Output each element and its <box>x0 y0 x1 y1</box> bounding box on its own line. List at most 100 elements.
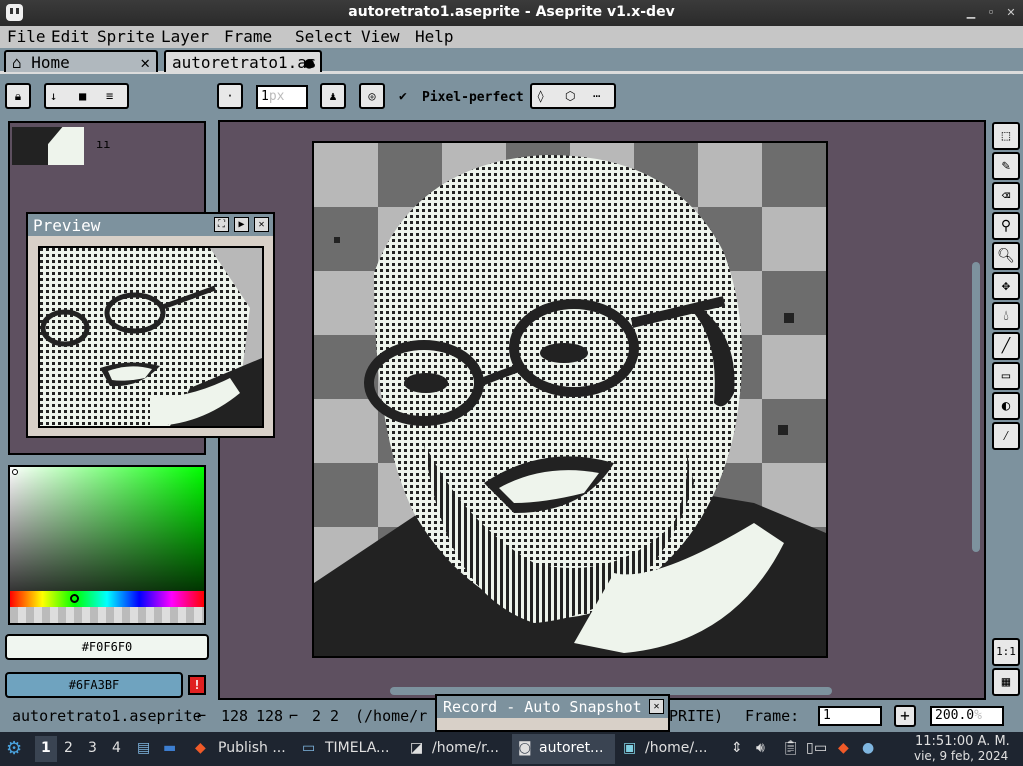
brave-icon[interactable]: ◆ <box>195 740 206 756</box>
menu-lines-icon[interactable]: ≡ <box>106 85 113 107</box>
tab-home[interactable]: ⌂ Home ✕ <box>4 50 158 72</box>
tab-home-label: Home <box>31 53 70 72</box>
sprite-canvas[interactable] <box>312 141 828 658</box>
menu-view[interactable]: View <box>361 27 400 46</box>
eraser-tool-icon[interactable]: ⌫ <box>992 182 1020 210</box>
restore-icon[interactable]: ◦ <box>984 6 998 20</box>
modified-dot-icon[interactable]: ● <box>304 53 314 72</box>
symmetry-buttons: ◊ ⬡ ⋯ <box>530 83 616 109</box>
menu-frame[interactable]: Frame <box>224 27 272 46</box>
clock-time[interactable]: 11:51:00 A. M. <box>915 734 1010 749</box>
files-launcher-icon[interactable]: ▤ <box>137 740 150 756</box>
clipboard-icon[interactable]: 📋︎ <box>782 740 800 756</box>
updates-icon[interactable]: ● <box>862 740 874 756</box>
brave-tray-icon[interactable]: ◆ <box>838 740 849 756</box>
bg-color-hex[interactable]: #6FA3BF <box>5 672 183 698</box>
move-tool-icon[interactable]: ✥ <box>992 272 1020 300</box>
vertical-scrollbar[interactable] <box>972 262 980 552</box>
status-grid-x: 2 <box>312 707 322 725</box>
image-viewer-icon[interactable]: ▣ <box>623 740 636 756</box>
status-grid-y: 2 <box>330 707 340 725</box>
status-path: (/home/r <box>355 707 428 725</box>
marquee-tool-icon[interactable]: ⬚ <box>992 122 1020 150</box>
fill-tool-icon[interactable]: 💧︎ <box>992 302 1020 330</box>
desktop-launcher-icon[interactable]: ▬ <box>163 740 176 756</box>
layer-thumbnail[interactable] <box>12 127 84 165</box>
add-frame-button[interactable]: + <box>894 705 916 727</box>
zoom-input[interactable]: 200.0% <box>930 706 1004 726</box>
taskbar-item-publish[interactable]: Publish ... <box>218 740 286 756</box>
more-options-icon[interactable]: ⋯ <box>593 85 600 107</box>
blur-tool-icon[interactable]: ⁄ <box>992 422 1020 450</box>
hue-slider[interactable] <box>8 591 206 607</box>
menu-select[interactable]: Select <box>295 27 353 46</box>
menu-edit[interactable]: Edit <box>51 27 90 46</box>
volume-icon[interactable]: 🔊︎ <box>756 740 765 756</box>
start-menu-icon[interactable]: ⚙︎ <box>6 738 22 759</box>
bg-color-hex-text: #6FA3BF <box>68 678 120 692</box>
workspace-1[interactable]: 1 <box>41 740 51 756</box>
record-header[interactable]: Record - Auto Snapshot ✕ <box>437 696 668 718</box>
contour-tool-icon[interactable]: ◐ <box>992 392 1020 420</box>
menu-layer[interactable]: Layer <box>161 27 209 46</box>
close-icon[interactable]: ✕ <box>254 217 269 232</box>
taskbar-item-image[interactable]: /home/... <box>645 740 707 756</box>
fullscreen-icon[interactable]: ⛶ <box>214 217 229 232</box>
preview-window[interactable]: Preview ⛶ ▶ ✕ <box>26 212 275 438</box>
stop-icon[interactable]: ■ <box>79 85 86 107</box>
folder-icon[interactable]: ▭ <box>302 740 315 756</box>
pixel-perfect-label[interactable]: Pixel-perfect <box>422 90 524 105</box>
down-arrow-icon[interactable]: ↓ <box>50 85 57 107</box>
editor-icon[interactable]: ◪ <box>410 740 423 756</box>
eyedropper-tool-icon[interactable]: ⚲ <box>992 212 1020 240</box>
layer-visible-mark[interactable]: ıı <box>96 137 110 151</box>
canvas-size-icon: ⌐ <box>197 707 207 725</box>
zoom-tool-icon[interactable]: 🔍︎ <box>992 242 1020 270</box>
menu-help[interactable]: Help <box>415 27 454 46</box>
workspace-2[interactable]: 2 <box>64 740 73 756</box>
clock-date[interactable]: vie, 9 feb, 2024 <box>914 749 1008 763</box>
notes-icon[interactable]: ▯ <box>806 740 814 756</box>
record-title: Record - Auto Snapshot <box>443 698 642 716</box>
minimize-icon[interactable]: ▁ <box>964 6 978 20</box>
lock-icon[interactable]: 🔒︎ <box>5 83 31 109</box>
checkmark-icon[interactable]: ✔ <box>399 89 407 104</box>
menu-file[interactable]: File <box>7 27 46 46</box>
display-icon[interactable]: ▭ <box>814 740 827 756</box>
layer-buttons: ↓ ■ ≡ <box>44 83 129 109</box>
frame-input[interactable]: 1 <box>818 706 882 726</box>
fg-color-hex[interactable]: #F0F6F0 <box>5 634 209 660</box>
brush-type-icon[interactable]: · <box>217 83 243 109</box>
tiled-mode-icon[interactable]: ⬡ <box>565 85 575 107</box>
preview-title: Preview <box>33 216 101 235</box>
symmetry-icon[interactable]: ◊ <box>537 85 544 107</box>
record-window[interactable]: Record - Auto Snapshot ✕ <box>435 694 670 732</box>
play-icon[interactable]: ▶ <box>234 217 249 232</box>
tray-arrows-icon[interactable]: ⇕ <box>731 740 743 756</box>
warning-mark: ! <box>193 678 201 692</box>
line-tool-icon[interactable]: ╱ <box>992 332 1020 360</box>
aseprite-task-icon[interactable]: ◙ <box>518 740 532 756</box>
tab-document[interactable]: autoretrato1.as ● <box>164 50 322 72</box>
taskbar-item-home-editor[interactable]: /home/r... <box>432 740 499 756</box>
alpha-slider[interactable] <box>8 607 206 625</box>
taskbar-item-aseprite[interactable]: autoret... <box>539 740 603 756</box>
preview-header[interactable]: Preview ⛶ ▶ ✕ <box>28 214 273 236</box>
workspace-4[interactable]: 4 <box>112 740 121 756</box>
close-icon[interactable]: ✕ <box>649 699 664 714</box>
warning-icon[interactable]: ! <box>188 675 206 695</box>
ink-icon[interactable]: ♟ <box>320 83 346 109</box>
close-icon[interactable]: ✕ <box>1004 6 1018 20</box>
taskbar-item-timeline[interactable]: TIMELA... <box>325 740 389 756</box>
tools-panel: ⬚ ✎ ⌫ ⚲ 🔍︎ ✥ 💧︎ ╱ ▭ ◐ ⁄ 1:1 ▦ <box>990 120 1023 700</box>
tab-close-icon[interactable]: ✕ <box>140 53 150 72</box>
pencil-tool-icon[interactable]: ✎ <box>992 152 1020 180</box>
actual-size-icon[interactable]: 1:1 <box>992 638 1020 666</box>
blend-icon[interactable]: ◎ <box>359 83 385 109</box>
menu-sprite[interactable]: Sprite <box>97 27 155 46</box>
brush-size-input[interactable]: 1px <box>256 85 308 109</box>
timeline-icon[interactable]: ▦ <box>992 668 1020 696</box>
zoom-value: 200.0 <box>935 708 975 723</box>
rectangle-tool-icon[interactable]: ▭ <box>992 362 1020 390</box>
workspace-3[interactable]: 3 <box>88 740 97 756</box>
